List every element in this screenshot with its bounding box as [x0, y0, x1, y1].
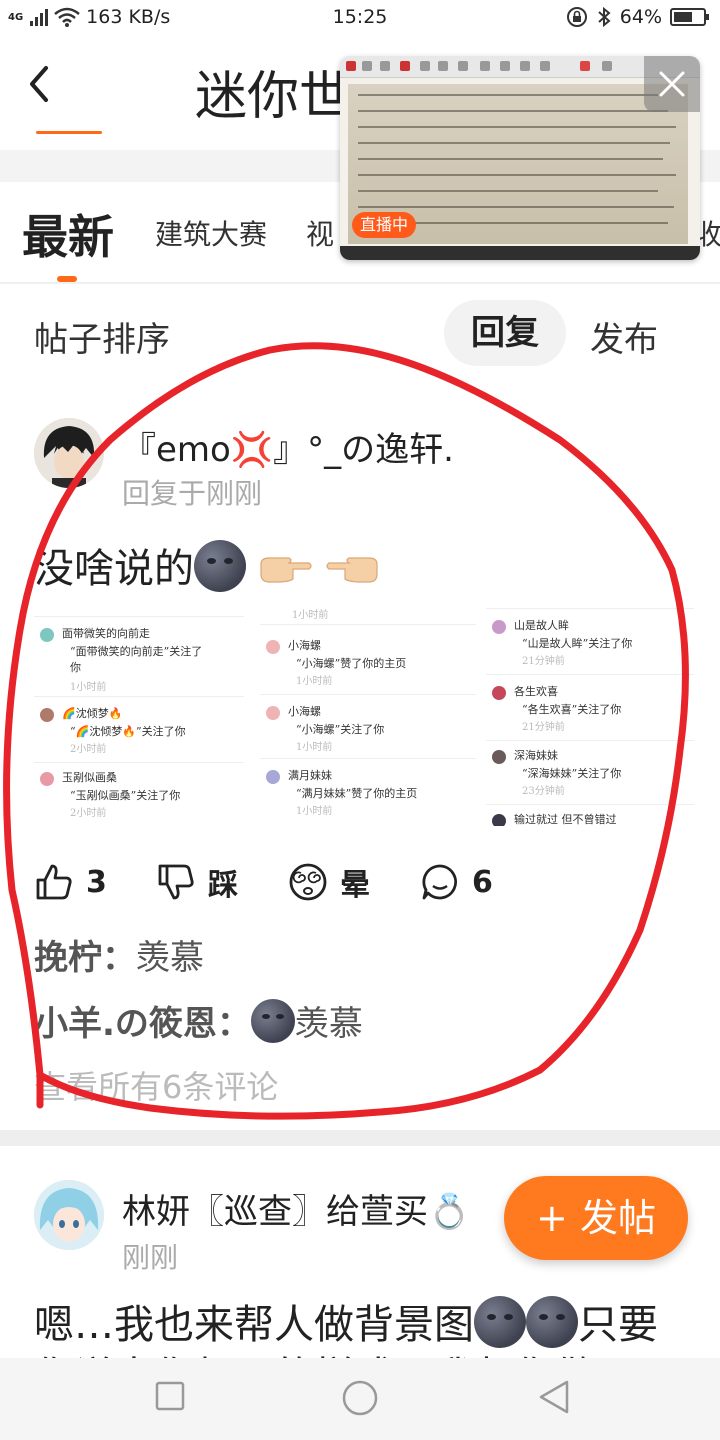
avatar	[266, 640, 280, 654]
post-time: 刚刚	[122, 1241, 179, 1274]
tab-video[interactable]: 视	[306, 182, 334, 282]
avatar-image	[34, 418, 104, 488]
tab-latest[interactable]: 最新	[22, 182, 114, 282]
new-post-button[interactable]: + 发帖	[504, 1176, 688, 1260]
comment-count: 6	[472, 864, 493, 900]
moon-face-emoji	[526, 1296, 578, 1348]
battery-icon	[670, 8, 709, 26]
post-image[interactable]: 面带微笑的向前走 “面带微笑的向前走”关注了 你 1小时前 🌈沈倾梦🔥 “🌈沈倾…	[34, 606, 694, 826]
post-username[interactable]: 『emo💢』°_の逸轩.	[122, 422, 454, 471]
post-text: 嗯…我也来帮人做背景图	[34, 1302, 474, 1348]
dislike-button[interactable]: 踩	[156, 858, 238, 906]
dizzy-button[interactable]: 晕	[288, 858, 370, 906]
comment-icon	[422, 864, 457, 900]
comment-author: 小羊.の筱恩：	[34, 1004, 251, 1044]
avatar[interactable]	[34, 1180, 104, 1250]
tab-building-contest[interactable]: 建筑大赛	[155, 182, 267, 282]
recent-apps-button[interactable]	[154, 1380, 186, 1412]
rotation-lock-icon	[566, 7, 587, 27]
dizzy-face-icon	[289, 863, 327, 901]
pointing-left-emoji	[326, 557, 379, 583]
thumbs-up-icon	[36, 864, 72, 900]
avatar	[492, 750, 506, 764]
avatar	[492, 686, 506, 700]
avatar	[266, 706, 280, 720]
notification-item: 小海螺 “小海螺”关注了你 1小时前	[266, 704, 476, 764]
notification-item: 小海螺 “小海螺”赞了你的主页 1小时前	[266, 638, 476, 698]
avatar	[40, 708, 54, 722]
comment-preview[interactable]: 挽柠：羡慕	[34, 930, 204, 979]
notification-item: 玉剐似画桑 “玉剐似画桑”关注了你 2小时前	[40, 770, 250, 830]
notification-time: 1小时前	[292, 610, 329, 621]
page-title: 迷你世	[195, 67, 352, 127]
notification-item: 满月妹妹 “满月妹妹”赞了你的主页 1小时前	[266, 768, 476, 828]
dislike-label: 踩	[208, 868, 238, 903]
avatar-image	[34, 1180, 104, 1250]
comment-text: 羡慕	[136, 938, 204, 978]
notification-item: 面带微笑的向前走 “面带微笑的向前走”关注了 你 1小时前	[40, 626, 250, 696]
notification-item: 山是故人眸 “山是故人眸”关注了你 21分钟前	[492, 618, 692, 678]
chevron-left-icon	[30, 66, 48, 102]
like-count: 3	[86, 864, 107, 900]
post-content: 没啥说的	[34, 536, 379, 594]
battery-percent: 64%	[619, 6, 662, 28]
comment-author: 挽柠：	[34, 938, 136, 978]
home-button[interactable]	[340, 1378, 380, 1418]
post-divider	[0, 1130, 720, 1146]
post-text-end: 只要	[578, 1302, 658, 1348]
avatar	[492, 620, 506, 634]
live-stream-pip[interactable]: 直播中	[340, 56, 700, 260]
close-icon	[659, 71, 685, 97]
notification-item: 深海妹妹 “深海妹妹”关注了你 23分钟前	[492, 748, 692, 808]
moon-face-emoji	[250, 999, 295, 1043]
live-badge: 直播中	[352, 212, 417, 238]
pointing-right-emoji	[260, 557, 312, 583]
moon-face-emoji	[194, 540, 246, 592]
back-nav-button[interactable]	[536, 1378, 572, 1416]
avatar	[492, 814, 506, 826]
dizzy-label: 晕	[340, 868, 370, 903]
sort-by-reply-button[interactable]: 回复	[444, 300, 566, 366]
notification-item: 输过就过 但不曾错过	[492, 812, 692, 826]
avatar[interactable]	[34, 418, 104, 488]
notification-item: 各生欢喜 “各生欢喜”关注了你 21分钟前	[492, 684, 692, 744]
notification-item: 🌈沈倾梦🔥 “🌈沈倾梦🔥”关注了你 2小时前	[40, 706, 250, 766]
like-button[interactable]: 3	[34, 858, 107, 906]
thumbs-down-icon	[158, 864, 194, 900]
post-time: 回复于刚刚	[122, 477, 263, 510]
bluetooth-icon	[598, 6, 611, 28]
avatar	[40, 772, 54, 786]
tabs-divider	[0, 282, 720, 284]
system-nav-bar	[0, 1358, 720, 1440]
view-all-comments-link[interactable]: 查看所有6条评论	[34, 1062, 278, 1108]
battery-fill	[674, 12, 692, 22]
comment-preview[interactable]: 小羊.の筱恩： 羡慕	[34, 996, 363, 1045]
sort-by-publish-button[interactable]: 发布	[590, 312, 658, 361]
moon-face-emoji	[474, 1296, 526, 1348]
header-underline	[36, 131, 102, 134]
comment-text: 羡慕	[294, 1004, 363, 1044]
status-bar: 4G 163 KB/s 15:25 64%	[0, 0, 720, 36]
status-right: 64%	[566, 6, 709, 28]
pip-taskbar	[340, 246, 700, 260]
back-button[interactable]	[22, 56, 72, 116]
pip-close-button[interactable]	[644, 56, 700, 112]
sort-label: 帖子排序	[34, 320, 170, 360]
avatar	[40, 628, 54, 642]
post-text: 没啥说的	[34, 546, 194, 592]
comment-button[interactable]: 6	[420, 858, 493, 906]
avatar	[266, 770, 280, 784]
post-username[interactable]: 林妍〖巡查〗给萱买💍	[122, 1184, 470, 1233]
